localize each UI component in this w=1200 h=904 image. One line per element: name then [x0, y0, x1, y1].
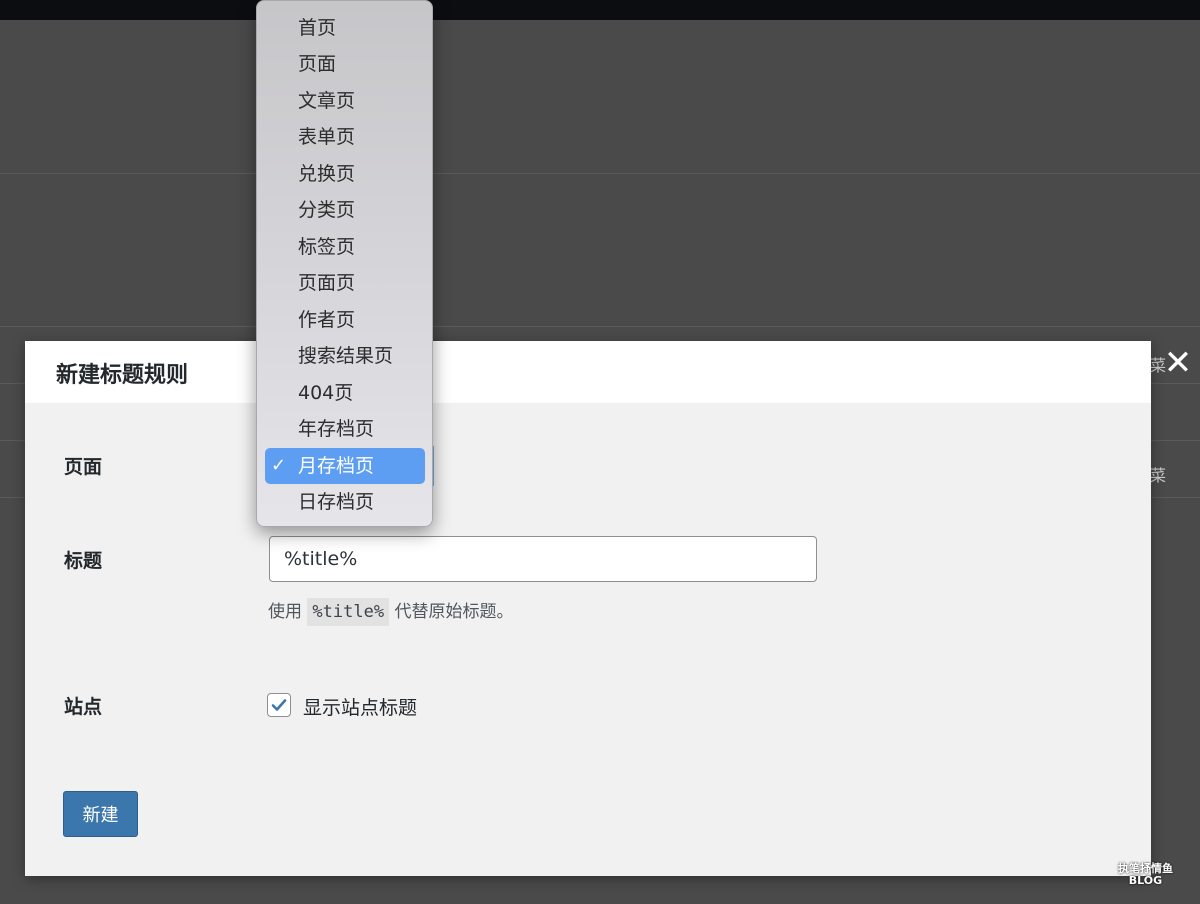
option-tag[interactable]: 标签页 [265, 229, 425, 265]
new-title-rule-dialog: 新建标题规则 页面 标题 使用 %title% 代替原始标题。 站点 显示站点标… [25, 341, 1151, 876]
page-field-label: 页面 [64, 456, 103, 478]
dialog-title: 新建标题规则 [56, 363, 189, 388]
blog-watermark: 执笔抒情鱼 BLOG [1118, 863, 1173, 887]
option-day-archive[interactable]: 日存档页 [265, 484, 425, 520]
option-404[interactable]: 404页 [265, 375, 425, 411]
title-input[interactable] [269, 536, 817, 582]
option-search-results[interactable]: 搜索结果页 [265, 338, 425, 374]
close-dialog-button[interactable]: ✕ [1161, 346, 1195, 380]
close-icon: ✕ [1163, 343, 1193, 383]
option-month-archive[interactable]: ✓ 月存档页 [265, 448, 425, 484]
show-site-title-checkbox[interactable] [267, 693, 291, 717]
checkmark-icon: ✓ [271, 455, 287, 476]
option-page-page[interactable]: 页面页 [265, 265, 425, 301]
option-post[interactable]: 文章页 [265, 83, 425, 119]
background-edge-text: 菜 [1150, 466, 1167, 485]
option-month-archive-label: 月存档页 [298, 455, 375, 477]
dialog-header: 新建标题规则 [25, 341, 1151, 403]
watermark-line: BLOG [1128, 874, 1163, 887]
option-category[interactable]: 分类页 [265, 192, 425, 228]
top-bar [0, 0, 1200, 20]
option-form[interactable]: 表单页 [265, 119, 425, 155]
background-divider [0, 326, 1200, 327]
option-year-archive[interactable]: 年存档页 [265, 411, 425, 447]
background-divider [0, 173, 1200, 174]
site-field-label: 站点 [64, 696, 103, 718]
page-select-dropdown: 首页 页面 文章页 表单页 兑换页 分类页 标签页 页面页 作者页 搜索结果页 … [256, 0, 433, 527]
option-page[interactable]: 页面 [265, 46, 425, 82]
hint-code: %title% [307, 598, 390, 626]
hint-prefix: 使用 [268, 602, 302, 622]
option-author[interactable]: 作者页 [265, 302, 425, 338]
title-field-label: 标题 [64, 550, 103, 572]
hint-suffix: 代替原始标题。 [394, 602, 514, 622]
title-hint: 使用 %title% 代替原始标题。 [268, 596, 513, 628]
create-button[interactable]: 新建 [63, 791, 138, 837]
option-redeem[interactable]: 兑换页 [265, 156, 425, 192]
option-home[interactable]: 首页 [265, 10, 425, 46]
checkmark-icon [271, 699, 287, 711]
show-site-title-label[interactable]: 显示站点标题 [303, 693, 417, 720]
